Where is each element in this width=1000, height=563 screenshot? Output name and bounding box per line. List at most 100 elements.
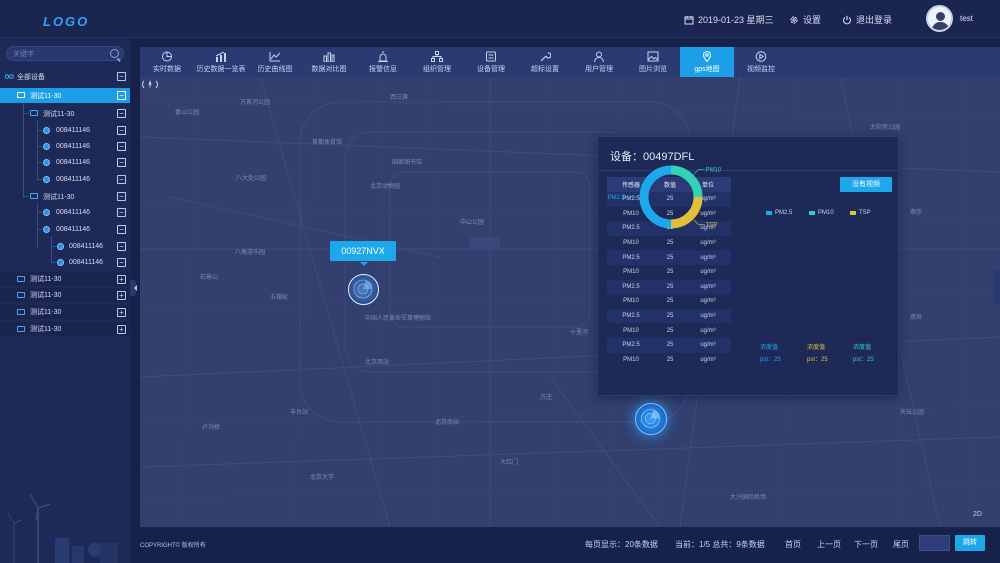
table-cell: ug/m³ [700,298,716,305]
map-place-label: 北京南站 [435,420,460,426]
expand-button[interactable]: + [117,307,126,317]
bar-chart-icon [323,52,335,62]
device-icon [43,159,50,166]
logout-button[interactable]: 退出登录 [842,13,892,26]
tree-item-device[interactable]: 008411146 − [0,123,130,138]
radar-icon [353,279,373,299]
stat-key: 浓度值 [853,345,872,351]
next-page-link[interactable]: 下一页 [854,539,878,550]
tree-item-label: 测试11-30 [30,326,62,333]
map-place-label: 太阳宫公园 [870,125,901,131]
collapse-button[interactable]: − [117,109,126,118]
tree-item-device[interactable]: 008411146 − [0,222,130,237]
device-marker-active[interactable] [635,403,667,435]
stat-item: 浓度值 pst：25 [853,342,874,363]
table-cell: ug/m³ [700,313,716,320]
gps-map[interactable]: 香山公园 八大处公园 首都体育馆 北京动物园 国家图书馆 中国人民革命军事博物馆… [140,77,1000,527]
tree-item-group[interactable]: 测试11-30 − [0,106,130,121]
collapse-button[interactable]: − [117,208,126,217]
collapse-button[interactable]: − [117,158,126,167]
settings-button[interactable]: 设置 [789,13,821,26]
location-pin-icon [702,51,712,62]
collapse-button[interactable]: − [117,72,126,81]
collapse-button[interactable]: − [117,242,126,251]
tree-item-group[interactable]: 测试11-30 − [0,88,130,103]
map-place-label: 双井 [910,315,923,321]
tree-item-device[interactable]: 008411146 − [0,155,130,170]
tree-item-device[interactable]: 008411146 − [0,255,130,270]
tree-item-group[interactable]: 测试11-30 + [0,322,130,337]
search-input[interactable] [13,48,105,60]
tab-org-management[interactable]: 组织管理 [410,47,464,77]
sidebar-collapse-handle[interactable] [130,280,137,296]
tab-history-table[interactable]: 历史数据一览表 [194,47,248,77]
collapse-button[interactable]: − [117,175,126,184]
avatar[interactable] [926,5,953,32]
tab-history-curve[interactable]: 历史曲线图 [248,47,302,77]
device-marker-label[interactable]: 00927NVX [330,241,396,266]
tree-item-label: 008411146 [56,143,90,150]
tree-item-device[interactable]: 008411146 − [0,239,130,254]
search-icon[interactable] [110,49,119,58]
prev-page-link[interactable]: 上一页 [817,539,841,550]
tree-item-all-devices[interactable]: 全部设备 − [0,69,130,84]
calendar-icon [684,15,694,24]
no-video-button[interactable]: 没有视频 [840,177,892,192]
first-page-link[interactable]: 首页 [785,539,801,550]
tree-item-device[interactable]: 008411146 − [0,172,130,187]
tree-item-group[interactable]: 测试11-30 − [0,189,130,204]
tab-user-management[interactable]: 用户管理 [572,47,626,77]
tree-item-device[interactable]: 008411146 − [0,139,130,154]
expand-button[interactable]: + [117,324,126,334]
tab-data-compare[interactable]: 数据对比图 [302,47,356,77]
copyright: COPYRIGHT© 版权所有 [140,543,206,549]
tree-item-label: 008411146 [69,243,103,250]
settings-label: 设置 [803,15,822,25]
legend-item: PM10 [809,210,834,216]
map-controls[interactable] [140,77,160,107]
folder-icon [17,309,25,315]
table-cell: PM10 [623,327,639,334]
last-page-link[interactable]: 尾页 [893,539,909,550]
table-row: PM10 25 ug/m³ [607,323,731,338]
right-panel-handle[interactable] [994,270,1000,304]
tab-image-browse[interactable]: 图片浏览 [626,47,680,77]
user-icon [594,51,604,62]
collapse-button[interactable]: − [117,225,126,234]
tab-video-monitor[interactable]: 视频监控 [734,47,788,77]
map-place-label: 西三旗 [390,95,409,101]
expand-button[interactable]: + [117,290,126,300]
collapse-button[interactable]: − [117,142,126,151]
tab-device-management[interactable]: 设备管理 [464,47,518,77]
donut-slice-label: PM2.5 [608,195,626,201]
collapse-button[interactable]: − [117,91,126,100]
tree-item-group[interactable]: 测试11-30 + [0,288,130,303]
search-box [6,46,124,61]
tree-item-device[interactable]: 008411146 − [0,205,130,220]
device-info-panel: 设备：00497DFL 传感器 数值 单位 PM2.5 25 ug/m³ PM10 2… [597,136,899,396]
collapse-button[interactable]: − [117,258,126,267]
alarm-icon [378,51,388,62]
tab-threshold-settings[interactable]: 超标设置 [518,47,572,77]
tab-gps-map[interactable]: gps地图 [680,47,734,77]
map-place-label: 中国人民革命军事博物馆 [365,316,432,322]
tab-label: gps地图 [694,66,720,73]
tree-item-group[interactable]: 测试11-30 + [0,272,130,287]
collapse-button[interactable]: − [117,126,126,135]
device-icon [43,143,50,150]
expand-button[interactable]: + [117,274,126,284]
jump-button[interactable]: 跳转 [955,535,985,551]
tree-item-group[interactable]: 测试11-30 + [0,305,130,320]
page-jump-input[interactable] [919,535,950,551]
map-place-label: 石景山 [200,275,219,281]
tab-alarm[interactable]: 报警信息 [356,47,410,77]
donut-leader-line [693,219,705,225]
device-marker[interactable] [348,274,379,305]
tab-label: 设备管理 [477,66,505,73]
device-icon [43,176,50,183]
tab-realtime-data[interactable]: 实时数据 [140,47,194,77]
stat-key: 浓度值 [760,345,779,351]
collapse-button[interactable]: − [117,192,126,201]
map-place-label: 方庄 [540,395,553,401]
view-3d-toggle[interactable]: 2D [973,511,982,518]
